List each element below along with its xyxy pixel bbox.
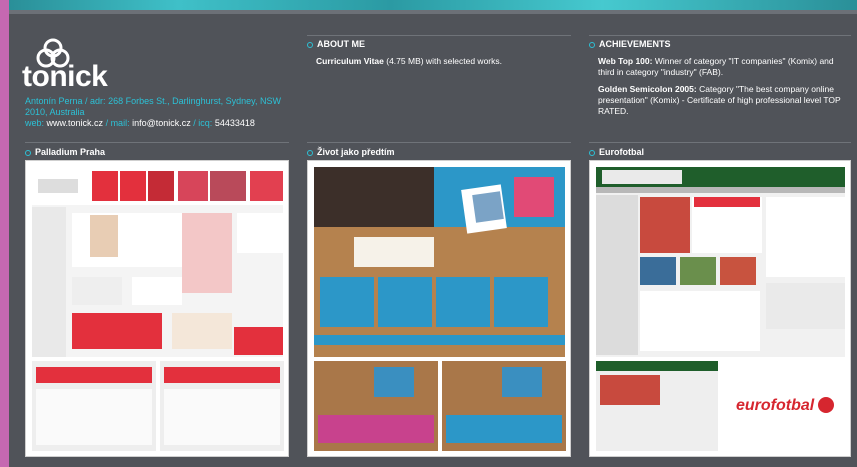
divider [307, 142, 571, 143]
name-label: Antonín Perna / adr: [25, 96, 106, 106]
web-label: web: [25, 118, 45, 128]
achievement-2-title: Golden Semicolon 2005: [598, 84, 697, 94]
divider [589, 142, 851, 143]
bullet-icon [307, 150, 313, 156]
cv-size: (4.75 MB) with selected works. [386, 56, 502, 66]
top-stripe [9, 0, 857, 14]
bullet-icon [589, 42, 595, 48]
cv-link[interactable]: Curriculum Vitae [316, 56, 384, 66]
contact-block: Antonín Perna / adr: 268 Forbes St., Dar… [25, 96, 285, 129]
bullet-icon [307, 42, 313, 48]
achievements-heading-text: ACHIEVEMENTS [599, 39, 671, 49]
divider [25, 142, 289, 143]
zivot-screenshot[interactable] [307, 160, 571, 457]
logo-text: tonick [22, 60, 108, 93]
icq-label: / icq: [193, 118, 213, 128]
about-text: Curriculum Vitae (4.75 MB) with selected… [316, 56, 571, 67]
web-link[interactable]: www.tonick.cz [47, 118, 104, 128]
portfolio-title-palladium: Palladium Praha [35, 147, 106, 157]
portfolio-heading-1: Palladium Praha [25, 147, 105, 157]
mail-link[interactable]: info@tonick.cz [132, 118, 191, 128]
about-heading-text: ABOUT ME [317, 39, 365, 49]
achievements-heading: ACHIEVEMENTS [589, 39, 671, 49]
divider [589, 35, 851, 36]
portfolio-heading-2: Život jako předtím [307, 147, 395, 157]
portfolio-title-eurofotbal: Eurofotbal [599, 147, 644, 157]
eurofotbal-logo: eurofotbal [736, 397, 815, 414]
about-heading: ABOUT ME [307, 39, 365, 49]
icq-value: 54433418 [214, 118, 255, 128]
achievement-1-title: Web Top 100: [598, 56, 653, 66]
eurofotbal-screenshot[interactable]: eurofotbal [589, 160, 851, 457]
mail-label: / mail: [105, 118, 130, 128]
bullet-icon [589, 150, 595, 156]
portfolio-title-zivot: Život jako předtím [317, 147, 395, 157]
bullet-icon [25, 150, 31, 156]
palladium-screenshot[interactable] [25, 160, 289, 457]
achievement-1: Web Top 100: Winner of category "IT comp… [598, 56, 850, 78]
page: tonick Antonín Perna / adr: 268 Forbes S… [9, 0, 857, 467]
portfolio-heading-3: Eurofotbal [589, 147, 644, 157]
divider [307, 35, 571, 36]
achievement-2: Golden Semicolon 2005: Category "The bes… [598, 84, 850, 117]
